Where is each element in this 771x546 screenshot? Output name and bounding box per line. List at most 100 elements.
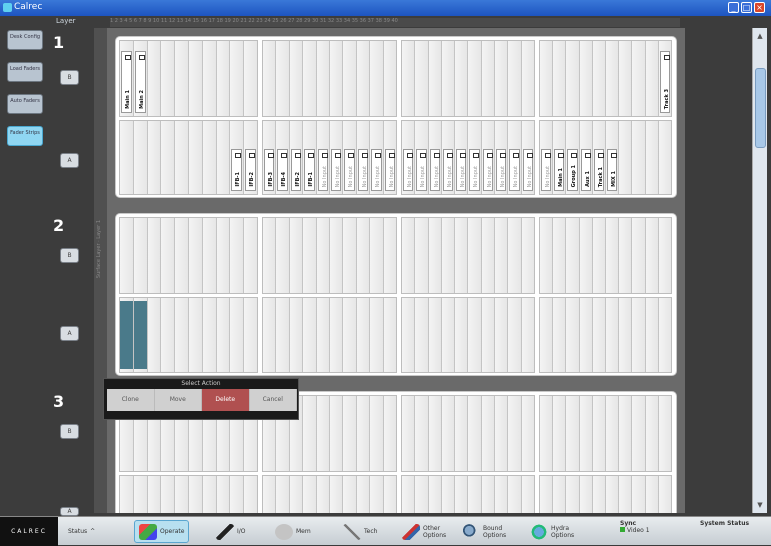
fader-slot[interactable] [579, 396, 593, 471]
fader-slot[interactable] [592, 298, 607, 372]
fader-slot[interactable] [120, 218, 134, 293]
fader-slot[interactable]: IFB-3 [263, 121, 277, 194]
fader-slot[interactable] [289, 41, 304, 116]
fader-slot[interactable]: Track 1 [592, 121, 607, 194]
fader-slot[interactable]: No Input [415, 121, 429, 194]
fader-slot[interactable] [343, 396, 357, 471]
layer-3-b-button[interactable]: B [60, 424, 79, 439]
fader-slot[interactable] [415, 41, 429, 116]
fader-slot[interactable] [508, 476, 522, 513]
fader-slot[interactable]: No Input [455, 121, 469, 194]
fader-slot[interactable] [540, 476, 554, 513]
fader-slot[interactable] [619, 121, 633, 194]
fader-slot[interactable] [303, 396, 317, 471]
sidebar-item-desk-config[interactable]: Desk Config [7, 30, 43, 50]
fader-slot[interactable] [216, 41, 231, 116]
fader-slot[interactable] [521, 476, 534, 513]
fader-slot[interactable] [230, 41, 245, 116]
fader-slot[interactable] [133, 298, 148, 372]
fader-slot[interactable] [383, 476, 397, 513]
fader-slot[interactable] [645, 298, 659, 372]
fader-slot[interactable] [188, 476, 203, 513]
fader-slot[interactable]: IFB-2 [289, 121, 304, 194]
fader-slot[interactable] [632, 41, 646, 116]
fader-slot[interactable] [415, 218, 429, 293]
fader-slot[interactable]: No Input [495, 121, 509, 194]
fader-slot[interactable] [133, 218, 148, 293]
layer-2-b-button[interactable]: B [60, 248, 79, 263]
fader-slot[interactable]: No Input [521, 121, 534, 194]
fader-slot[interactable] [383, 396, 397, 471]
fader-slot[interactable] [289, 298, 304, 372]
fader-slot[interactable]: IFB-1 [303, 121, 317, 194]
fader-slot[interactable] [263, 476, 277, 513]
fader-slot[interactable] [540, 396, 554, 471]
fader-slot[interactable] [579, 218, 593, 293]
tech-button[interactable]: Tech [343, 520, 377, 543]
fader-slot[interactable] [175, 298, 189, 372]
fader-slot[interactable] [441, 41, 456, 116]
fader-slot[interactable] [495, 218, 509, 293]
fader-slot[interactable] [120, 476, 134, 513]
fader-slot[interactable] [455, 41, 469, 116]
fader-slot[interactable] [133, 121, 148, 194]
fader-slot[interactable] [383, 218, 397, 293]
fader-slot[interactable] [343, 298, 357, 372]
fader-slot[interactable] [316, 41, 331, 116]
layer-2-a-button[interactable]: A [60, 326, 79, 341]
fader-slot[interactable] [553, 476, 567, 513]
fader-slot[interactable] [356, 41, 371, 116]
fader-slot[interactable] [508, 396, 522, 471]
fader-slot[interactable] [370, 41, 384, 116]
sidebar-item-fader-strips[interactable]: Fader Strips [7, 126, 43, 146]
fader-slot[interactable] [540, 41, 554, 116]
mem-button[interactable]: Mem [275, 520, 311, 543]
fader-slot[interactable] [632, 218, 646, 293]
fader-slot[interactable] [632, 396, 646, 471]
cancel-button[interactable]: Cancel [250, 389, 297, 411]
minimize-button[interactable]: _ [728, 2, 739, 13]
fader-slot[interactable] [161, 218, 176, 293]
fader-slot[interactable] [356, 396, 371, 471]
fader-slot[interactable]: Main 1 [120, 41, 134, 116]
fader-slot[interactable] [175, 218, 189, 293]
fader-slot[interactable] [230, 298, 245, 372]
fader-slot[interactable]: IFB-2 [244, 121, 257, 194]
fader-slot[interactable] [244, 298, 257, 372]
maximize-button[interactable]: □ [741, 2, 752, 13]
fader-slot[interactable] [481, 298, 496, 372]
fader-slot[interactable] [540, 218, 554, 293]
fader-slot[interactable] [175, 41, 189, 116]
fader-slot[interactable] [161, 298, 176, 372]
fader-slot[interactable] [632, 298, 646, 372]
fader-slot[interactable]: No Input [540, 121, 554, 194]
fader-slot[interactable] [343, 218, 357, 293]
move-button[interactable]: Move [155, 389, 202, 411]
fader-slot[interactable] [415, 476, 429, 513]
fader-slot[interactable] [147, 121, 162, 194]
fader-slot[interactable] [244, 41, 257, 116]
fader-slot[interactable] [202, 476, 217, 513]
fader-slot[interactable] [658, 298, 672, 372]
fader-slot[interactable] [202, 121, 217, 194]
fader-slot[interactable] [147, 41, 162, 116]
fader-slot[interactable] [468, 41, 482, 116]
fader-slot[interactable] [606, 476, 620, 513]
fader-slot[interactable] [619, 298, 633, 372]
fader-slot[interactable] [383, 298, 397, 372]
fader-slot[interactable] [658, 396, 672, 471]
fader-slot[interactable] [370, 298, 384, 372]
fader-slot[interactable]: Track 3 [658, 41, 672, 116]
fader-slot[interactable] [330, 298, 344, 372]
fader-slot[interactable] [133, 476, 148, 513]
fader-slot[interactable] [188, 121, 203, 194]
fader-slot[interactable] [566, 298, 580, 372]
layer-1-a-button[interactable]: A [60, 153, 79, 168]
fader-slot[interactable] [343, 41, 357, 116]
fader-slot[interactable] [566, 218, 580, 293]
delete-button[interactable]: Delete [202, 389, 250, 411]
fader-slot[interactable] [202, 298, 217, 372]
fader-slot[interactable] [481, 396, 496, 471]
fader-slot[interactable] [455, 218, 469, 293]
fader-slot[interactable] [216, 476, 231, 513]
